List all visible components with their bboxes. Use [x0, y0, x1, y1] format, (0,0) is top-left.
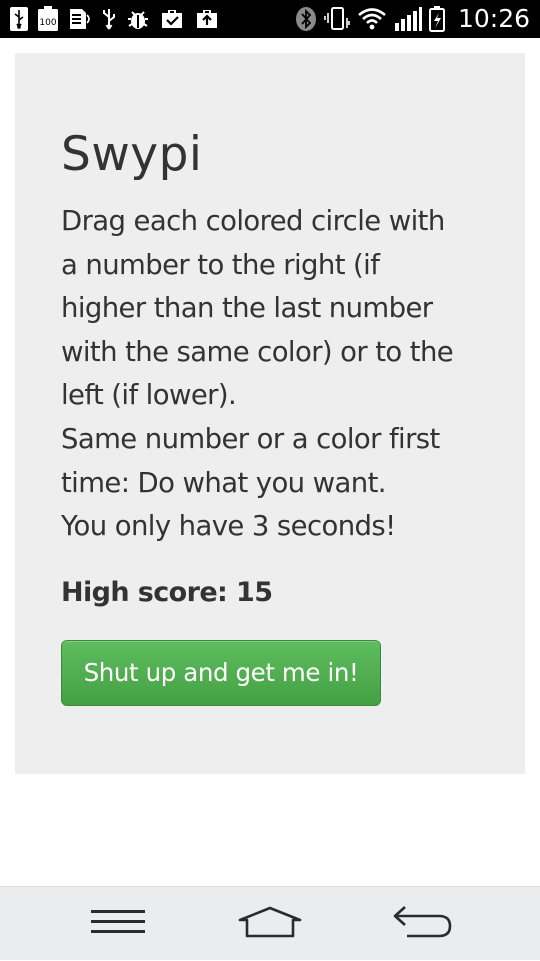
signal-icon [394, 6, 422, 32]
instruction-line: left (if lower). [61, 379, 237, 412]
intro-card: Swypi Drag each colored circle with a nu… [15, 53, 525, 774]
system-icons: 10:26 [295, 6, 530, 32]
home-button[interactable] [215, 887, 325, 961]
instruction-line: Drag each colored circle with [61, 205, 445, 237]
instruction-line: Same number or a color first [61, 422, 440, 455]
vibrate-icon [324, 6, 350, 32]
bug-icon [126, 7, 150, 31]
sd-card-icon [68, 7, 92, 31]
back-button[interactable] [367, 887, 477, 961]
briefcase-check-icon [159, 7, 185, 31]
usb-icon [101, 7, 117, 31]
clock: 10:26 [457, 4, 530, 33]
instruction-line: You only have 3 seconds! [61, 510, 396, 543]
high-score-label: High score: 15 [61, 577, 273, 608]
bluetooth-icon [295, 6, 317, 32]
instruction-line: time: Do what you want. [61, 466, 387, 499]
status-bar: 100 10:26 [0, 0, 540, 38]
svg-text:100: 100 [39, 18, 56, 28]
back-icon [391, 905, 453, 943]
menu-button[interactable] [63, 887, 173, 961]
instruction-line: a number to the right (if [61, 248, 380, 281]
instructions-text: Drag each colored circle with a number t… [61, 200, 501, 549]
usb-icon [10, 7, 28, 31]
app-title: Swypi [61, 127, 203, 182]
wifi-icon [357, 7, 387, 31]
instruction-line: with the same color) or to the [61, 335, 454, 368]
notification-icons: 100 [10, 6, 220, 32]
battery-charging-icon [428, 6, 445, 32]
home-icon [237, 906, 303, 942]
menu-icon [90, 908, 146, 940]
briefcase-up-icon [194, 7, 220, 31]
battery-100-icon: 100 [37, 6, 59, 32]
start-game-button[interactable]: Shut up and get me in! [61, 640, 381, 706]
navigation-bar [0, 886, 540, 960]
instruction-line: higher than the last number [61, 292, 433, 325]
